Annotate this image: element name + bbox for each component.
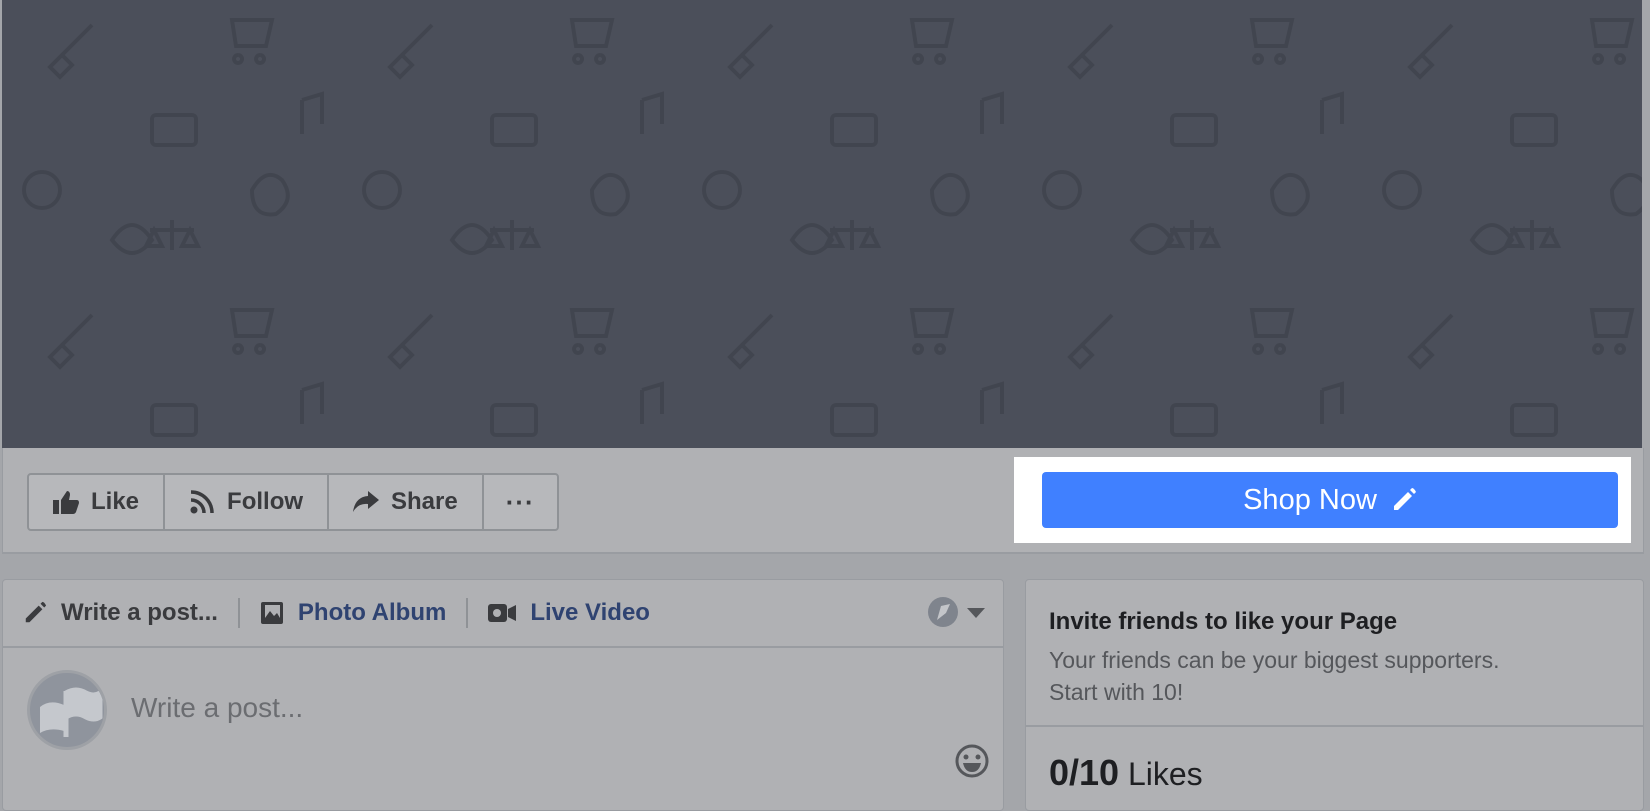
tab-photo-album[interactable]: Photo Album [240, 599, 466, 627]
cover-photo[interactable] [2, 0, 1642, 448]
audience-globe-icon [928, 597, 958, 627]
tab-write-post-label: Write a post... [61, 599, 218, 626]
invite-divider [1026, 725, 1643, 727]
rss-icon [190, 490, 214, 514]
more-icon: ··· [505, 486, 535, 517]
photo-album-icon [260, 602, 283, 624]
composer-tabs: Write a post... Photo Album Live Video [3, 580, 1003, 648]
video-camera-icon [488, 604, 517, 622]
post-composer: Write a post... Photo Album Live Video W… [2, 579, 1004, 811]
tab-write-post[interactable]: Write a post... [3, 599, 238, 627]
likes-progress: 0/10 Likes [1049, 752, 1203, 794]
post-input[interactable]: Write a post... [131, 692, 303, 724]
tab-photo-album-label: Photo Album [297, 599, 447, 626]
more-button[interactable]: ··· [484, 475, 557, 529]
follow-button[interactable]: Follow [165, 475, 330, 529]
pencil-icon[interactable] [1391, 487, 1417, 513]
like-button[interactable]: Like [29, 475, 166, 529]
cover-pattern [2, 0, 1642, 448]
invite-description: Your friends can be your biggest support… [1049, 644, 1609, 708]
like-label: Like [91, 488, 140, 515]
tab-live-video-label: Live Video [530, 599, 650, 626]
audience-selector[interactable] [927, 596, 985, 628]
invite-line-1: Your friends can be your biggest support… [1049, 647, 1500, 673]
tab-live-video[interactable]: Live Video [468, 599, 670, 627]
emoji-icon[interactable] [955, 744, 989, 778]
follow-label: Follow [227, 488, 304, 515]
invite-friends-card: Invite friends to like your Page Your fr… [1025, 579, 1644, 811]
share-arrow-icon [353, 491, 380, 512]
thumbs-up-icon [53, 491, 79, 514]
composer-body: Write a post... [3, 648, 1003, 798]
likes-label: Likes [1127, 756, 1203, 792]
page-action-buttons: Like Follow Share ··· [27, 473, 559, 531]
share-label: Share [391, 488, 458, 515]
shop-now-button[interactable]: Shop Now [1042, 472, 1618, 528]
pencil-icon [25, 601, 47, 623]
invite-line-2: Start with 10! [1049, 679, 1184, 705]
flag-avatar-icon [40, 687, 103, 737]
page-avatar [27, 670, 107, 750]
invite-title: Invite friends to like your Page [1049, 608, 1398, 635]
likes-count: 0/10 [1049, 752, 1120, 793]
shop-now-label: Shop Now [1243, 483, 1377, 516]
dropdown-caret-icon [967, 608, 985, 618]
share-button[interactable]: Share [329, 475, 484, 529]
